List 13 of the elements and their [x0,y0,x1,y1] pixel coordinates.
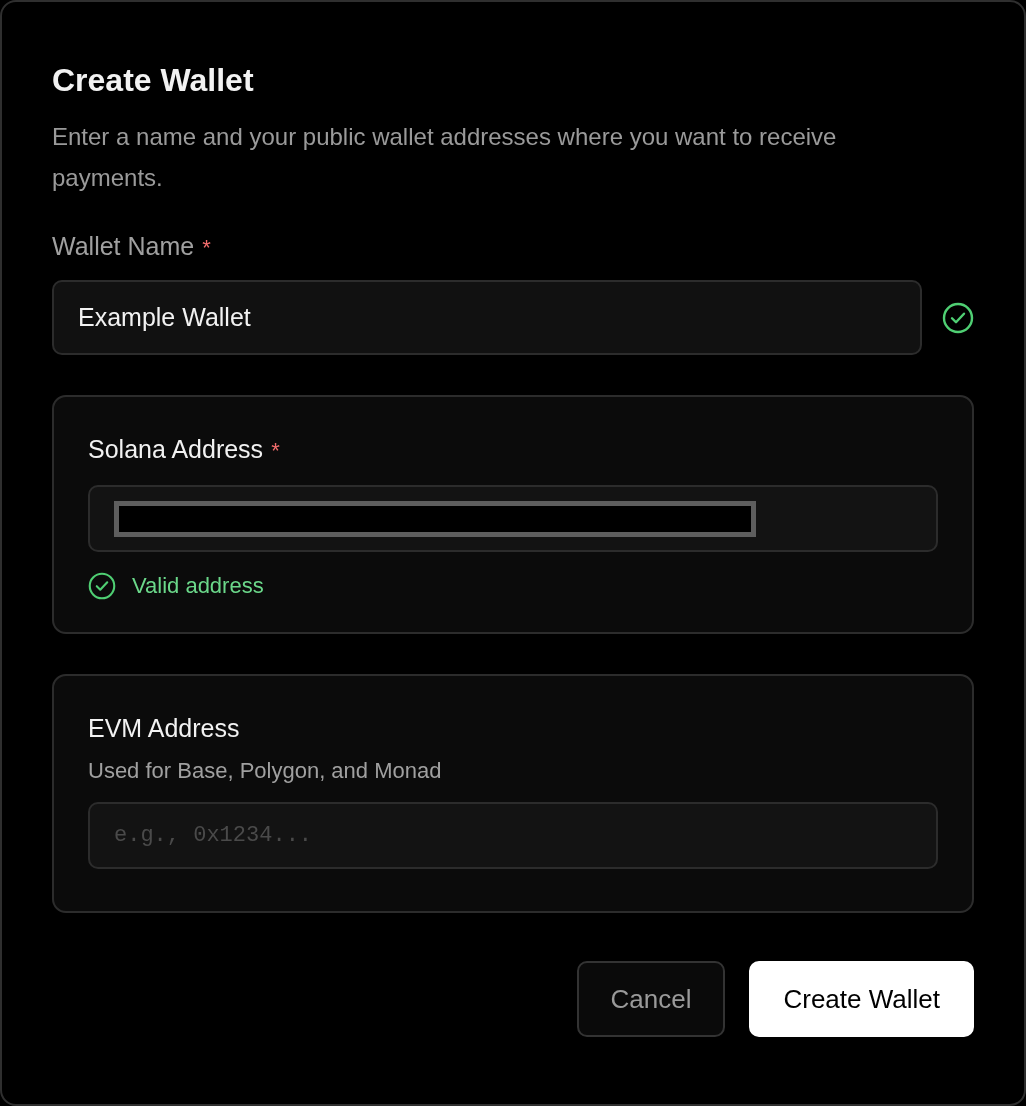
dialog-title: Create Wallet [52,61,255,100]
dialog-description: Enter a name and your public wallet addresses where you want to receive payments. [52,122,838,193]
input-field[interactable]: Example Wallet [52,280,922,355]
input-field[interactable] [88,485,938,552]
cancel-button[interactable]: Cancel [576,961,726,1037]
required-mark: * [271,437,280,465]
validation-message: Valid address [132,573,264,599]
field-label: Solana Address [88,434,264,465]
required-mark: * [202,234,211,262]
field-hint: Used for Base, Polygon, and Monad [88,758,443,784]
create-button[interactable]: Create Wallet [749,961,974,1037]
field-label: Wallet Name [52,231,195,262]
field-label: EVM Address [88,713,240,744]
